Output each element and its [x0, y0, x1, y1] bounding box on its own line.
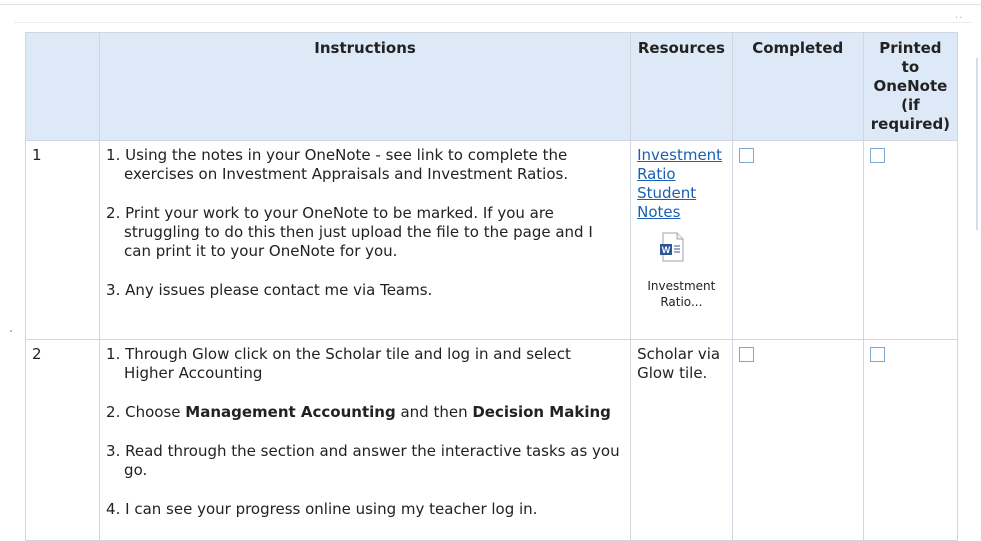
list-item: 2. Print your work to your OneNote to be…: [106, 204, 593, 260]
student-notes-link[interactable]: Investment Ratio Student Notes: [637, 146, 726, 222]
completed-checkbox[interactable]: [738, 347, 754, 362]
table-row: 1 1. Using the notes in your OneNote - s…: [24, 140, 959, 340]
list-item: 1. Using the notes in your OneNote - see…: [106, 146, 569, 183]
page-top-border: [0, 4, 981, 5]
header-resources: Resources: [630, 32, 733, 141]
step-connector: and then: [395, 403, 473, 421]
attachment-caption[interactable]: Investment Ratio...: [637, 278, 726, 310]
instruction-list: 1. Through Glow click on the Scholar til…: [106, 345, 624, 519]
bold-term: Management Accounting: [185, 403, 396, 421]
word-document-icon[interactable]: W: [659, 232, 685, 262]
printed-cell: [862, 140, 959, 340]
row-number: 1: [24, 140, 101, 340]
header-row: Instructions Resources Completed Printed…: [24, 32, 959, 141]
list-item: 2. Choose Management Accounting and then…: [106, 403, 624, 422]
header-printed: Printed to OneNote (if required): [862, 32, 959, 141]
printed-checkbox[interactable]: [869, 347, 885, 362]
header-number: [24, 32, 101, 141]
divider-mark: [10, 330, 12, 332]
table-row: 2 1. Through Glow click on the Scholar t…: [24, 339, 959, 541]
bold-term: Decision Making: [472, 403, 611, 421]
header-instructions: Instructions: [99, 32, 632, 141]
row-number: 2: [24, 339, 101, 541]
scrollbar[interactable]: [976, 58, 978, 230]
task-table: Instructions Resources Completed Printed…: [24, 32, 959, 541]
card-top-border: [14, 22, 972, 23]
more-options-icon[interactable]: ··: [955, 13, 963, 24]
completed-cell: [731, 339, 864, 541]
completed-checkbox[interactable]: [738, 148, 754, 163]
printed-checkbox[interactable]: [869, 148, 885, 163]
instruction-list: 1. Using the notes in your OneNote - see…: [106, 146, 624, 300]
list-item: 3. Read through the section and answer t…: [106, 442, 620, 479]
printed-cell: [862, 339, 959, 541]
resources-cell: Investment Ratio Student Notes W Investm…: [630, 140, 733, 340]
resource-text: Scholar via Glow tile.: [637, 345, 721, 382]
list-item: 4. I can see your progress online using …: [106, 500, 538, 518]
instructions-cell: 1. Using the notes in your OneNote - see…: [99, 140, 632, 340]
header-completed: Completed: [731, 32, 864, 141]
list-item: 1. Through Glow click on the Scholar til…: [106, 345, 571, 382]
list-item: 3. Any issues please contact me via Team…: [106, 281, 433, 299]
completed-cell: [731, 140, 864, 340]
step-prefix: 2. Choose: [106, 403, 186, 421]
instructions-cell: 1. Through Glow click on the Scholar til…: [99, 339, 632, 541]
svg-text:W: W: [662, 245, 671, 255]
resources-cell: Scholar via Glow tile.: [630, 339, 733, 541]
